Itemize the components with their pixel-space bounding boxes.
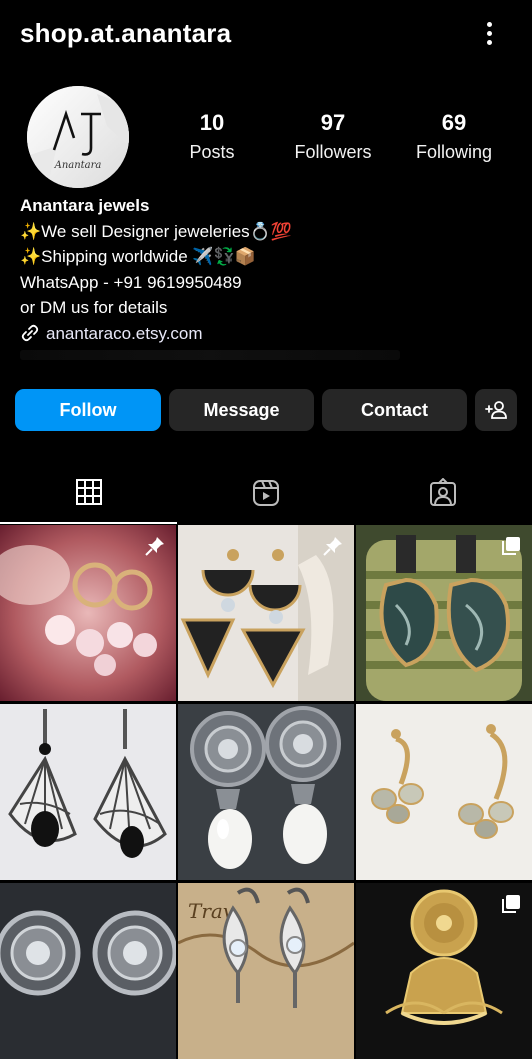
following-stat[interactable]: 69 Following — [406, 110, 502, 163]
profile-display-name: Anantara jewels — [20, 196, 150, 215]
more-options-icon[interactable] — [484, 22, 494, 50]
bio-line: ✨Shipping worldwide ✈️💱📦 — [20, 247, 256, 266]
pin-icon — [145, 537, 164, 556]
profile-tabs — [0, 462, 532, 524]
bio-line: or DM us for details — [20, 298, 168, 317]
grid-post-silver-web-earrings[interactable] — [0, 704, 176, 880]
grid-post-gold-jhumka-earrings[interactable] — [356, 883, 532, 1059]
grid-icon — [75, 479, 102, 505]
following-count: 69 — [441, 110, 467, 135]
grid-post-gold-stone-earrings[interactable] — [356, 704, 532, 880]
pin-icon — [323, 537, 342, 556]
followers-stat[interactable]: 97 Followers — [283, 110, 383, 163]
tagged-icon — [430, 478, 456, 506]
bio-line: WhatsApp - +91 9619950489 — [20, 272, 242, 292]
followers-count: 97 — [320, 110, 346, 135]
grid-post-pearl-drop-earrings[interactable] — [178, 704, 354, 880]
tab-reels[interactable] — [177, 462, 354, 524]
posts-stat: 10 Posts — [172, 110, 252, 163]
tab-tagged[interactable] — [354, 462, 532, 524]
profile-actions: Follow Message Contact — [15, 389, 518, 431]
contact-button[interactable]: Contact — [322, 389, 467, 431]
bio-line: ✨We sell Designer jeweleries💍💯 — [20, 221, 292, 241]
avatar[interactable]: Anantara — [27, 86, 129, 188]
bio-link[interactable]: anantaraco.etsy.com — [46, 321, 203, 347]
message-button[interactable]: Message — [169, 389, 314, 431]
grid-post-silver-stud-earrings[interactable] — [0, 883, 176, 1059]
grid-post-crystal-hoop-earrings[interactable]: Trav — [178, 883, 354, 1059]
carousel-icon — [502, 537, 520, 555]
grid-post-pink-stone-earrings[interactable] — [0, 525, 176, 701]
grid-post-green-stone-earrings[interactable] — [356, 525, 532, 701]
follow-button[interactable]: Follow — [15, 389, 161, 431]
bio-link-row[interactable]: anantaraco.etsy.com — [20, 321, 510, 347]
posts-grid: Trav — [0, 525, 532, 1059]
suggested-accounts-button[interactable] — [475, 389, 517, 431]
add-person-icon — [485, 401, 507, 419]
posts-count: 10 — [199, 110, 225, 135]
profile-bio: Anantara jewels ✨We sell Designer jewele… — [20, 193, 510, 360]
following-label: Following — [415, 142, 493, 162]
link-icon — [21, 325, 39, 342]
carousel-icon — [502, 895, 520, 913]
profile-username: shop.at.anantara — [20, 18, 232, 48]
posts-label: Posts — [189, 142, 235, 162]
tab-posts-grid[interactable] — [0, 462, 177, 524]
avatar-caption: Anantara — [54, 160, 102, 171]
top-bar: shop.at.anantara — [0, 0, 532, 72]
grid-post-black-triangle-earrings[interactable] — [178, 525, 354, 701]
followers-label: Followers — [294, 142, 372, 162]
bio-overflow-shadow — [20, 350, 400, 360]
reels-icon — [252, 480, 279, 506]
